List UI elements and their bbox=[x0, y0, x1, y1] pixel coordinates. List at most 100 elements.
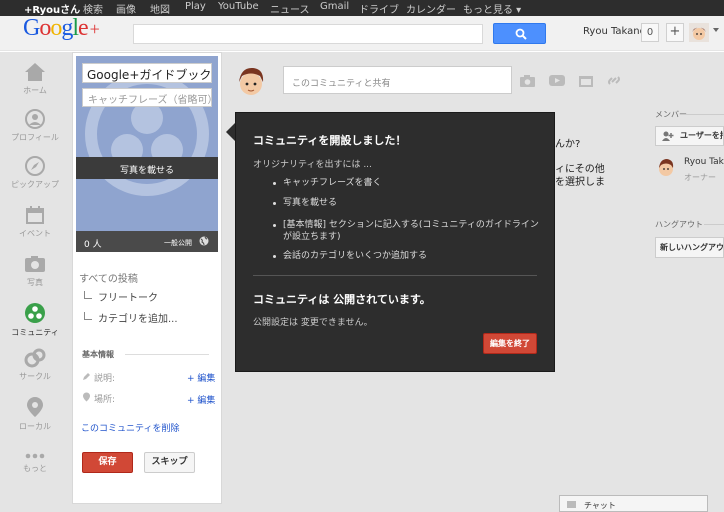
edit-description-link[interactable]: + 編集 bbox=[187, 371, 215, 384]
dialog-public-title: コミュニティは 公開されています。 bbox=[253, 293, 431, 306]
communities-icon bbox=[85, 72, 209, 196]
tagline-input[interactable]: キャッチフレーズ（省略可） bbox=[82, 88, 218, 107]
dialog-public-note: 公開設定は 変更できません。 bbox=[253, 318, 373, 328]
explore-icon bbox=[25, 156, 45, 176]
camera-icon[interactable] bbox=[520, 74, 535, 87]
topbar-link-profile[interactable]: +Ryouさん bbox=[24, 1, 80, 16]
hangouts-heading: ハングアウト bbox=[655, 220, 703, 229]
category-label: カテゴリを追加... bbox=[98, 314, 178, 325]
top-bar: +Ryouさん 検索 画像 地図 Play YouTube ニュース Gmail… bbox=[0, 0, 724, 16]
share-plus-button[interactable]: + bbox=[666, 23, 684, 42]
start-hangout-button[interactable]: 新しいハングアウ bbox=[655, 237, 724, 258]
edit-location-link[interactable]: + 編集 bbox=[187, 393, 215, 406]
tip-item: 写真を載せる bbox=[283, 198, 338, 208]
notifications-button[interactable]: 0 bbox=[641, 23, 659, 42]
chat-icon bbox=[567, 501, 576, 508]
topbar-link-play[interactable]: Play bbox=[185, 1, 206, 12]
add-person-icon bbox=[662, 131, 674, 141]
pencil-icon bbox=[83, 373, 90, 380]
invite-label: ユーザーを招 bbox=[680, 131, 724, 140]
nav-item-photos[interactable]: 写真 bbox=[10, 254, 60, 288]
nav-item-local[interactable]: ローカル bbox=[10, 396, 60, 432]
nav-item-label: プロフィール bbox=[11, 133, 59, 142]
nav-item-communities[interactable]: コミュニティ bbox=[10, 302, 60, 338]
dialog-pointer bbox=[226, 123, 235, 141]
search-icon bbox=[515, 28, 527, 40]
tip-item: キャッチフレーズを書く bbox=[283, 178, 382, 188]
visibility-label: 一般公開 bbox=[164, 239, 192, 247]
member-name[interactable]: Ryou Takan bbox=[684, 157, 724, 167]
bullet bbox=[273, 255, 276, 258]
user-name[interactable]: Ryou Takano bbox=[583, 26, 646, 37]
share-placeholder: このコミュニティと共有 bbox=[292, 79, 391, 89]
nav-item-home[interactable]: ホーム bbox=[10, 62, 60, 96]
chat-label: チャット bbox=[584, 501, 616, 510]
topbar-link-gmail[interactable]: Gmail bbox=[320, 1, 349, 12]
nav-item-label: イベント bbox=[19, 229, 51, 238]
nav-item-label: コミュニティ bbox=[11, 328, 59, 337]
home-icon bbox=[25, 63, 45, 81]
events-icon bbox=[26, 206, 44, 224]
category-arrow-icon bbox=[84, 312, 92, 320]
event-icon[interactable] bbox=[579, 74, 593, 87]
nav-item-profile[interactable]: プロフィール bbox=[10, 109, 60, 143]
nav-item-label: ローカル bbox=[19, 422, 51, 431]
chevron-down-icon[interactable] bbox=[713, 28, 719, 32]
nav-item-explore[interactable]: ピックアップ bbox=[10, 156, 60, 190]
topbar-link-calendar[interactable]: カレンダー bbox=[406, 1, 456, 16]
bullet bbox=[273, 224, 276, 227]
divider bbox=[125, 354, 209, 355]
nav-item-label: サークル bbox=[19, 372, 51, 381]
invite-people-button[interactable]: ユーザーを招 bbox=[655, 126, 724, 146]
add-category-link[interactable]: カテゴリを追加... bbox=[84, 310, 178, 325]
description-label: 説明: bbox=[94, 374, 116, 384]
save-button[interactable]: 保存 bbox=[82, 452, 133, 473]
nav-item-label: ホーム bbox=[23, 86, 47, 95]
nav-item-label: もっと bbox=[23, 464, 47, 473]
avatar[interactable] bbox=[656, 157, 676, 179]
divider bbox=[704, 224, 724, 225]
add-photo-label[interactable]: 写真を載せる bbox=[76, 163, 218, 176]
tip-item: [基本情報] セクションに記入する(コミュニティのガイドラインが設立ちます) bbox=[283, 220, 539, 242]
basic-info-heading: 基本情報 bbox=[82, 350, 114, 359]
dialog-title: コミュニティを開設しました！ bbox=[253, 134, 407, 147]
category-arrow-icon bbox=[84, 291, 92, 299]
nav-item-more[interactable]: もっと bbox=[10, 452, 60, 474]
finish-editing-button[interactable]: 編集を終了 bbox=[483, 333, 537, 354]
video-icon[interactable] bbox=[549, 74, 565, 87]
more-icon bbox=[25, 453, 45, 459]
nav-item-events[interactable]: イベント bbox=[10, 205, 60, 239]
topbar-link-youtube[interactable]: YouTube bbox=[218, 1, 259, 12]
google-plus-logo[interactable]: Google + bbox=[23, 15, 100, 42]
nav-item-circles[interactable]: サークル bbox=[10, 348, 60, 382]
topbar-link-search[interactable]: 検索 bbox=[83, 1, 103, 16]
link-icon[interactable] bbox=[607, 74, 621, 87]
delete-community-link[interactable]: このコミュニティを削除 bbox=[81, 421, 179, 434]
community-name-input[interactable]: Google+ガイドブックの bbox=[82, 63, 212, 83]
search-input[interactable] bbox=[133, 24, 483, 44]
member-count: 0 人 bbox=[84, 240, 102, 250]
avatar[interactable] bbox=[689, 23, 709, 42]
profile-icon bbox=[25, 109, 45, 129]
topbar-link-news[interactable]: ニュース bbox=[270, 1, 310, 16]
tip-item: 会話のカテゴリをいくつか追加する bbox=[283, 251, 428, 261]
skip-button[interactable]: スキップ bbox=[144, 452, 195, 473]
category-free-talk[interactable]: フリートーク bbox=[84, 289, 158, 304]
topbar-link-drive[interactable]: ドライブ bbox=[359, 1, 399, 16]
globe-icon bbox=[199, 236, 209, 249]
bullet bbox=[273, 182, 276, 185]
community-cover[interactable] bbox=[76, 56, 218, 252]
member-role: オーナー bbox=[684, 173, 716, 182]
avatar bbox=[233, 64, 269, 100]
chat-bar[interactable]: チャット bbox=[559, 495, 708, 512]
all-posts-link[interactable]: すべての投稿 bbox=[79, 270, 138, 285]
background-text: んか? bbox=[555, 139, 581, 150]
nav-item-label: 写真 bbox=[27, 278, 43, 287]
photos-icon bbox=[25, 256, 45, 272]
location-label: 場所: bbox=[94, 395, 116, 405]
topbar-link-more[interactable]: もっと見る ▾ bbox=[463, 1, 521, 16]
topbar-link-images[interactable]: 画像 bbox=[116, 1, 136, 16]
search-button[interactable] bbox=[493, 23, 546, 44]
topbar-link-maps[interactable]: 地図 bbox=[150, 1, 170, 16]
dialog-intro: オリジナリティを出すには ... bbox=[253, 160, 372, 170]
